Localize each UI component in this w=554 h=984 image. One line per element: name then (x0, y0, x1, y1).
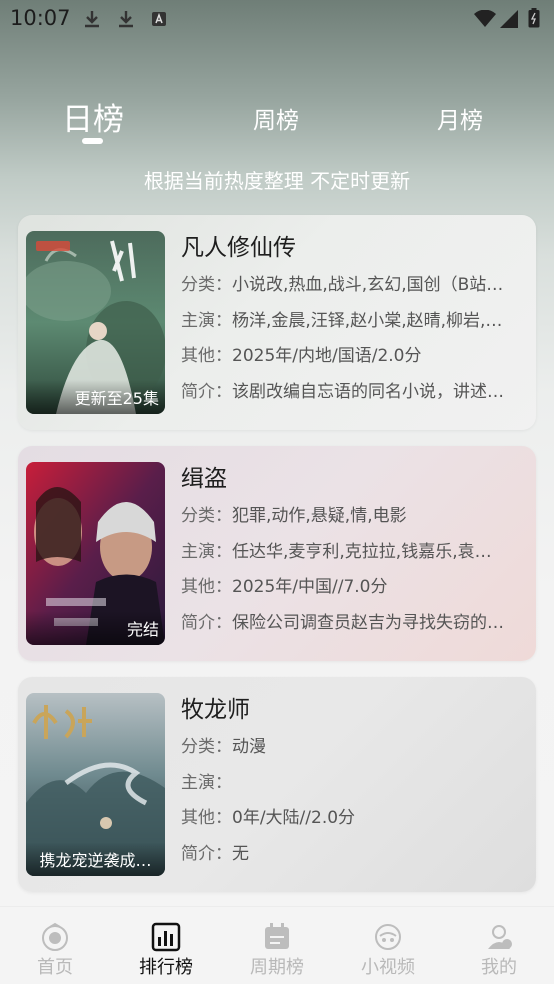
ranking-card[interactable]: 更新至25集 凡人修仙传 分类：小说改,热血,战斗,玄幻,国创（B站… 主演：杨… (18, 215, 536, 430)
calendar-icon (265, 923, 289, 949)
download-icon (85, 11, 99, 28)
cast-label: 主演： (181, 541, 232, 562)
intro-row: 简介：该剧改编自忘语的同名小说，讲述… (181, 374, 528, 410)
poster-image[interactable]: 携龙宠逆袭成… (26, 693, 165, 876)
status-time: 10:07 (10, 6, 71, 30)
tab-monthly[interactable]: 月榜 (437, 101, 483, 135)
nav-period[interactable]: 周期榜 (222, 907, 332, 984)
a-icon (152, 12, 166, 26)
poster-image[interactable]: 更新至25集 (26, 231, 165, 414)
intro-row: 简介：保险公司调查员赵吉为寻找失窃的… (181, 605, 528, 641)
item-title[interactable]: 缉盗 (181, 460, 528, 498)
category-value: 动漫 (232, 737, 266, 757)
bottom-navigation: 首页 排行榜 周期榜 小视频 我的 (0, 906, 554, 984)
nav-home[interactable]: 首页 (0, 907, 110, 984)
ranking-card[interactable]: 携龙宠逆袭成… 牧龙师 分类：动漫 主演： 其他：0年/大陆//2.0分 简介：… (18, 677, 536, 892)
category-value: 犯罪,动作,悬疑,情,电影 (232, 506, 407, 526)
category-label: 分类： (181, 506, 232, 526)
other-value: 2025年/内地/国语/2.0分 (232, 346, 422, 366)
other-row: 其他：0年/大陆//2.0分 (181, 800, 528, 836)
cast-label: 主演： (181, 310, 232, 331)
poster-image[interactable]: 完结 (26, 462, 165, 645)
card-info: 凡人修仙传 分类：小说改,热血,战斗,玄幻,国创（B站… 主演：杨洋,金晨,汪铎… (181, 229, 528, 409)
category-row: 分类：动漫 (181, 729, 528, 765)
wifi-icon (474, 10, 496, 27)
cast-row: 主演：任达华,麦亨利,克拉拉,钱嘉乐,袁… (181, 534, 528, 570)
short-video-icon (375, 924, 401, 950)
tagline-badge: 携龙宠逆袭成… (26, 842, 165, 876)
ranking-card[interactable]: 完结 缉盗 分类：犯罪,动作,悬疑,情,电影 主演：任达华,麦亨利,克拉拉,钱嘉… (18, 446, 536, 661)
nav-profile[interactable]: 我的 (444, 907, 554, 984)
other-row: 其他：2025年/内地/国语/2.0分 (181, 338, 528, 374)
item-title[interactable]: 凡人修仙传 (181, 229, 528, 267)
status-bar: 10:07 (0, 0, 554, 38)
intro-value: 无 (232, 843, 249, 864)
other-label: 其他： (181, 346, 232, 366)
intro-label: 简介： (181, 843, 232, 864)
nav-short-video[interactable]: 小视频 (333, 907, 443, 984)
intro-row: 简介：无 (181, 836, 528, 872)
other-label: 其他： (181, 577, 232, 597)
tab-weekly[interactable]: 周榜 (253, 101, 299, 135)
status-badge: 完结 (26, 611, 165, 645)
active-tab-indicator (82, 138, 103, 144)
nav-home-label: 首页 (37, 957, 73, 978)
cast-row: 主演：杨洋,金晨,汪铎,赵小棠,赵晴,柳岩,… (181, 303, 528, 339)
tab-daily[interactable]: 日榜 (62, 94, 124, 139)
card-info: 牧龙师 分类：动漫 主演： 其他：0年/大陆//2.0分 简介：无 (181, 691, 528, 871)
ranking-subtitle: 根据当前热度整理 不定时更新 (143, 169, 411, 193)
nav-period-label: 周期榜 (250, 957, 304, 978)
cast-label: 主演： (181, 772, 232, 793)
intro-value: 保险公司调查员赵吉为寻找失窃的… (232, 612, 504, 633)
category-label: 分类： (181, 275, 232, 295)
other-value: 0年/大陆//2.0分 (232, 808, 356, 828)
nav-short-video-label: 小视频 (361, 957, 415, 978)
profile-icon (488, 925, 512, 949)
intro-value: 该剧改编自忘语的同名小说，讲述… (232, 381, 504, 402)
cast-value: 杨洋,金晨,汪铎,赵小棠,赵晴,柳岩,… (232, 310, 503, 331)
nav-ranking[interactable]: 排行榜 (111, 907, 221, 984)
other-row: 其他：2025年/中国//7.0分 (181, 569, 528, 605)
category-label: 分类： (181, 737, 232, 757)
intro-label: 简介： (181, 381, 232, 402)
cast-row: 主演： (181, 765, 528, 801)
episode-badge: 更新至25集 (26, 380, 165, 414)
ranking-tabs: 日榜 周榜 月榜 (0, 90, 554, 150)
nav-ranking-label: 排行榜 (139, 957, 193, 978)
cast-value: 任达华,麦亨利,克拉拉,钱嘉乐,袁… (232, 541, 492, 562)
intro-label: 简介： (181, 612, 232, 633)
download-icon (119, 11, 133, 28)
item-title[interactable]: 牧龙师 (181, 691, 528, 729)
battery-icon (528, 8, 540, 28)
other-label: 其他： (181, 808, 232, 828)
category-row: 分类：小说改,热血,战斗,玄幻,国创（B站… (181, 267, 528, 303)
home-icon (42, 922, 68, 951)
category-value: 小说改,热血,战斗,玄幻,国创（B站… (232, 275, 504, 295)
ranking-icon (151, 922, 181, 952)
other-value: 2025年/中国//7.0分 (232, 577, 388, 597)
category-row: 分类：犯罪,动作,悬疑,情,电影 (181, 498, 528, 534)
nav-profile-label: 我的 (481, 957, 517, 978)
cell-signal-icon (500, 10, 518, 28)
card-info: 缉盗 分类：犯罪,动作,悬疑,情,电影 主演：任达华,麦亨利,克拉拉,钱嘉乐,袁… (181, 460, 528, 640)
